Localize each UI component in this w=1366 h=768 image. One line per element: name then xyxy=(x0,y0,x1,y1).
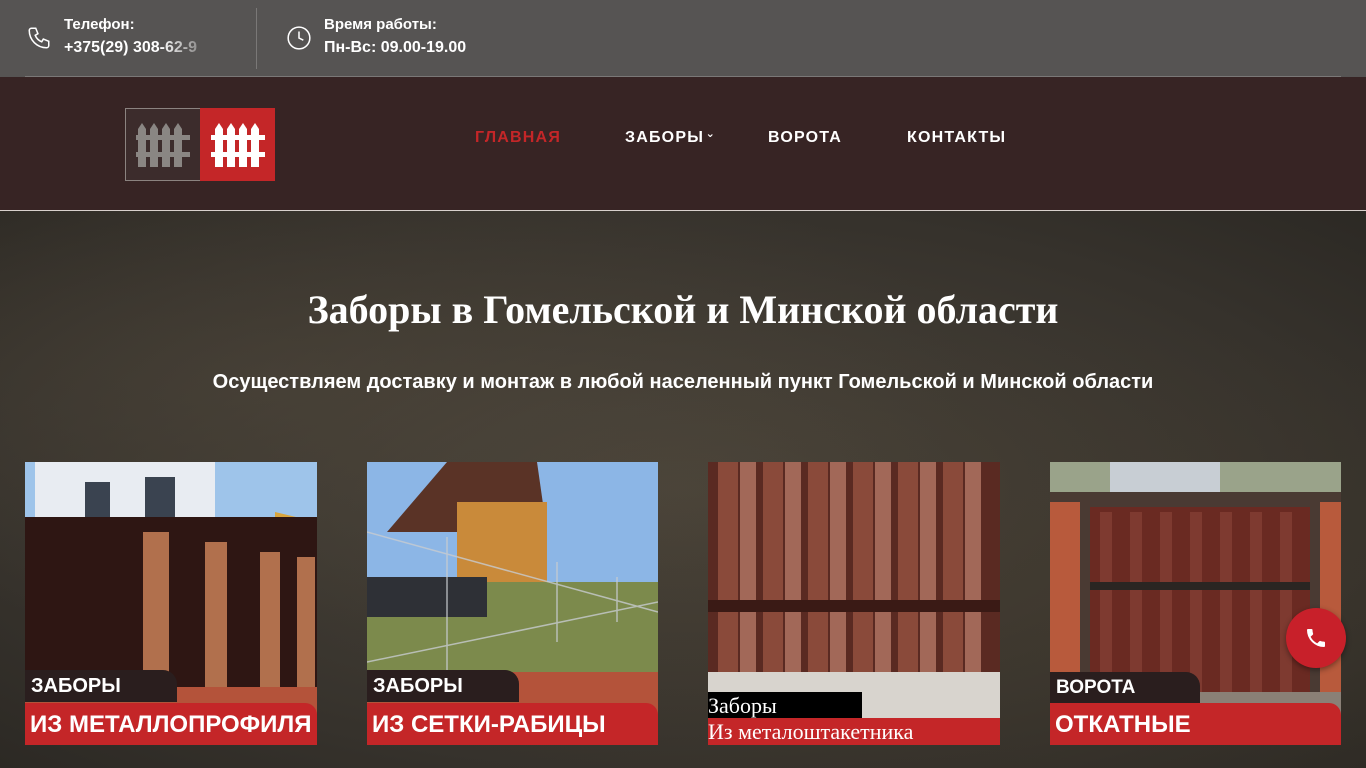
hours-label: Время работы: xyxy=(324,16,437,33)
site-header: ГЛАВНАЯ ЗАБОРЫ ⌄ ВОРОТА КОНТАКТЫ xyxy=(0,77,1366,211)
logo-fence-icon xyxy=(125,108,200,181)
chevron-down-icon: ⌄ xyxy=(705,128,717,140)
phone-icon xyxy=(1307,629,1325,647)
card-caption-bottom: Из металоштакетника xyxy=(708,718,1000,745)
card-caption-bottom: ОТКАТНЫЕ xyxy=(1050,703,1341,745)
nav-item-contacts[interactable]: КОНТАКТЫ xyxy=(907,129,1006,147)
hero-section: Заборы в Гомельской и Минской области Ос… xyxy=(0,211,1366,768)
clock-icon xyxy=(287,26,311,50)
product-card-sliding-gates[interactable]: ВОРОТА ОТКАТНЫЕ xyxy=(1050,462,1341,745)
product-card-metal-picket[interactable]: Заборы Из металоштакетника xyxy=(708,462,1000,745)
top-info-bar: Телефон: +375(29) 308-62-9 Время работы:… xyxy=(0,0,1366,77)
phone-number-link[interactable]: +375(29) 308-62-9 xyxy=(64,36,218,60)
card-caption-bottom: ИЗ МЕТАЛЛОПРОФИЛЯ xyxy=(25,703,317,745)
nav-item-home[interactable]: ГЛАВНАЯ xyxy=(475,129,561,147)
nav-item-fences[interactable]: ЗАБОРЫ ⌄ xyxy=(625,128,715,147)
page-title: Заборы в Гомельской и Минской области xyxy=(307,287,1059,332)
product-card-chain-link[interactable]: ЗАБОРЫ ИЗ СЕТКИ-РАБИЦЫ xyxy=(367,462,658,745)
card-caption-bottom: ИЗ СЕТКИ-РАБИЦЫ xyxy=(367,703,658,745)
hours-value: Пн-Вс: 09.00-19.00 xyxy=(324,39,467,56)
nav-item-label: ЗАБОРЫ xyxy=(625,129,705,146)
site-logo[interactable] xyxy=(125,108,275,181)
card-caption-top: ЗАБОРЫ xyxy=(367,670,519,702)
card-caption-top: Заборы xyxy=(708,692,862,718)
card-caption-top: ВОРОТА xyxy=(1050,672,1200,704)
phone-icon xyxy=(28,27,50,49)
logo-fence-icon xyxy=(200,108,275,181)
product-card-metal-profile[interactable]: ЗАБОРЫ ИЗ МЕТАЛЛОПРОФИЛЯ xyxy=(25,462,317,745)
phone-label: Телефон: xyxy=(64,16,135,33)
page-subtitle: Осуществляем доставку и монтаж в любой н… xyxy=(212,371,1154,393)
divider xyxy=(256,8,257,69)
hours-info: Время работы: Пн-Вс: 09.00-19.00 xyxy=(286,14,466,60)
nav-item-gates[interactable]: ВОРОТА xyxy=(768,129,842,147)
phone-info: Телефон: +375(29) 308-62-9 xyxy=(26,14,218,60)
card-caption-top: ЗАБОРЫ xyxy=(25,670,177,702)
call-button[interactable] xyxy=(1286,608,1346,668)
